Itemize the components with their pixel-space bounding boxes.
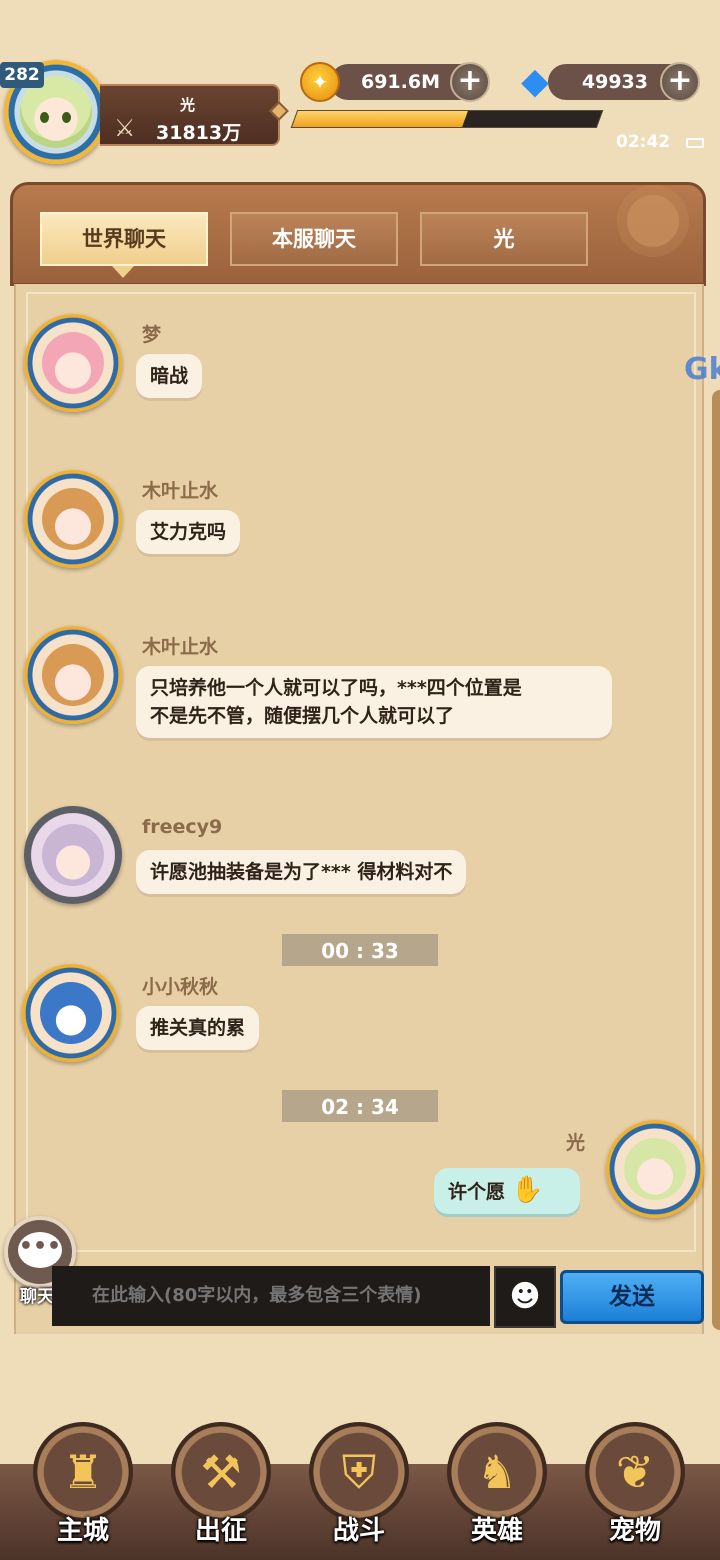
active-tab-pointer	[112, 266, 134, 278]
side-overlay-text: Gk	[684, 352, 720, 387]
sender-avatar[interactable]	[24, 806, 122, 904]
chat-message: 许愿池抽装备是为了*** 得材料对不	[136, 850, 467, 894]
add-gems-button[interactable]: +	[660, 62, 700, 102]
gold-coin-icon: ✦	[300, 62, 340, 102]
sender-name: 梦	[142, 324, 162, 346]
sun-ornament-icon	[627, 195, 679, 247]
smiley-face-icon: ☻	[509, 1279, 541, 1314]
speech-bubble-icon: •••	[18, 1232, 62, 1268]
nav-label: 宠物	[608, 1516, 661, 1546]
exp-progress-fill	[292, 111, 469, 127]
green-hair-avatar-icon	[624, 1138, 686, 1200]
crossed-swords-icon: ⚔	[114, 114, 136, 142]
brown-hair-avatar-icon	[42, 644, 104, 706]
nav-label: 战斗	[332, 1516, 385, 1546]
cat-hood-avatar-icon	[42, 824, 104, 886]
crossed-axes-icon: ⚒	[171, 1422, 271, 1522]
emoji-button[interactable]: ☻	[494, 1266, 556, 1328]
player-name-plate: ⚔ 光 31813万	[100, 84, 280, 146]
gem-value: 49933	[581, 71, 648, 93]
chat-message-area[interactable]	[14, 284, 704, 1334]
sender-name: 小小秋秋	[142, 976, 219, 998]
chat-message: 艾力克吗	[136, 510, 241, 554]
nav-expedition[interactable]: ⚒ 出征	[166, 1420, 276, 1560]
own-avatar[interactable]	[606, 1120, 704, 1218]
own-sender-name: 光	[566, 1132, 586, 1154]
own-chat-message: 许个愿 ✋	[434, 1168, 580, 1214]
hand-emoji-icon: ✋	[511, 1175, 544, 1205]
send-button[interactable]: 发送	[560, 1270, 704, 1324]
player-power: 31813万	[156, 122, 242, 144]
hooded-hero-icon: ♞	[447, 1422, 547, 1522]
chat-message-line: 只培养他一个人就可以了吗，***四个位置是	[150, 677, 522, 699]
time-separator: 00 : 33	[282, 934, 438, 966]
sender-avatar[interactable]	[24, 626, 122, 724]
sender-avatar[interactable]	[24, 470, 122, 568]
eye-icon	[62, 112, 71, 123]
chat-input[interactable]	[52, 1266, 490, 1326]
chat-toggle-label: 聊天	[20, 1287, 54, 1307]
pink-hair-avatar-icon	[42, 332, 104, 394]
own-chat-text: 许个愿	[448, 1181, 506, 1203]
nav-label: 出征	[194, 1516, 247, 1546]
nav-main-city[interactable]: ♜ 主城	[28, 1420, 138, 1560]
sender-name: freecy9	[142, 816, 223, 838]
exp-progress-bar	[290, 110, 604, 128]
player-name: 光	[180, 96, 196, 114]
sender-avatar[interactable]	[22, 964, 120, 1062]
shark-avatar-icon	[40, 982, 102, 1044]
battery-icon	[686, 138, 704, 148]
chat-message-line: 不是先不管，随便摆几个人就可以了	[150, 705, 455, 727]
add-gold-button[interactable]: +	[450, 62, 490, 102]
gold-value: 691.6M	[360, 71, 440, 93]
nav-label: 主城	[56, 1516, 109, 1546]
chat-message: 只培养他一个人就可以了吗，***四个位置是 不是先不管，随便摆几个人就可以了	[136, 666, 612, 738]
chat-message: 推关真的累	[136, 1006, 260, 1050]
tab-world-chat[interactable]: 世界聊天	[40, 212, 208, 266]
sender-avatar[interactable]	[24, 314, 122, 412]
sender-name: 木叶止水	[142, 636, 219, 658]
battle-shield-icon: ⛨	[309, 1422, 409, 1522]
tab-private-chat[interactable]: 光	[420, 212, 588, 266]
nav-heroes[interactable]: ♞ 英雄	[442, 1420, 552, 1560]
castle-icon: ♜	[33, 1422, 133, 1522]
time-separator: 02 : 34	[282, 1090, 438, 1122]
level-badge: 282	[0, 62, 44, 88]
diamond-gem-icon: ◆	[521, 61, 549, 102]
nav-battle[interactable]: ⛨ 战斗	[304, 1420, 414, 1560]
sender-name: 木叶止水	[142, 480, 219, 502]
chat-message: 暗战	[136, 354, 203, 398]
eye-icon	[40, 112, 49, 123]
dragon-head-icon: ❦	[585, 1422, 685, 1522]
tab-server-chat[interactable]: 本服聊天	[230, 212, 398, 266]
side-panel-edge	[712, 390, 720, 1330]
status-clock: 02:42	[616, 132, 671, 152]
brown-hair-avatar-icon	[42, 488, 104, 550]
nav-pets[interactable]: ❦ 宠物	[580, 1420, 690, 1560]
nav-label: 英雄	[470, 1516, 523, 1546]
